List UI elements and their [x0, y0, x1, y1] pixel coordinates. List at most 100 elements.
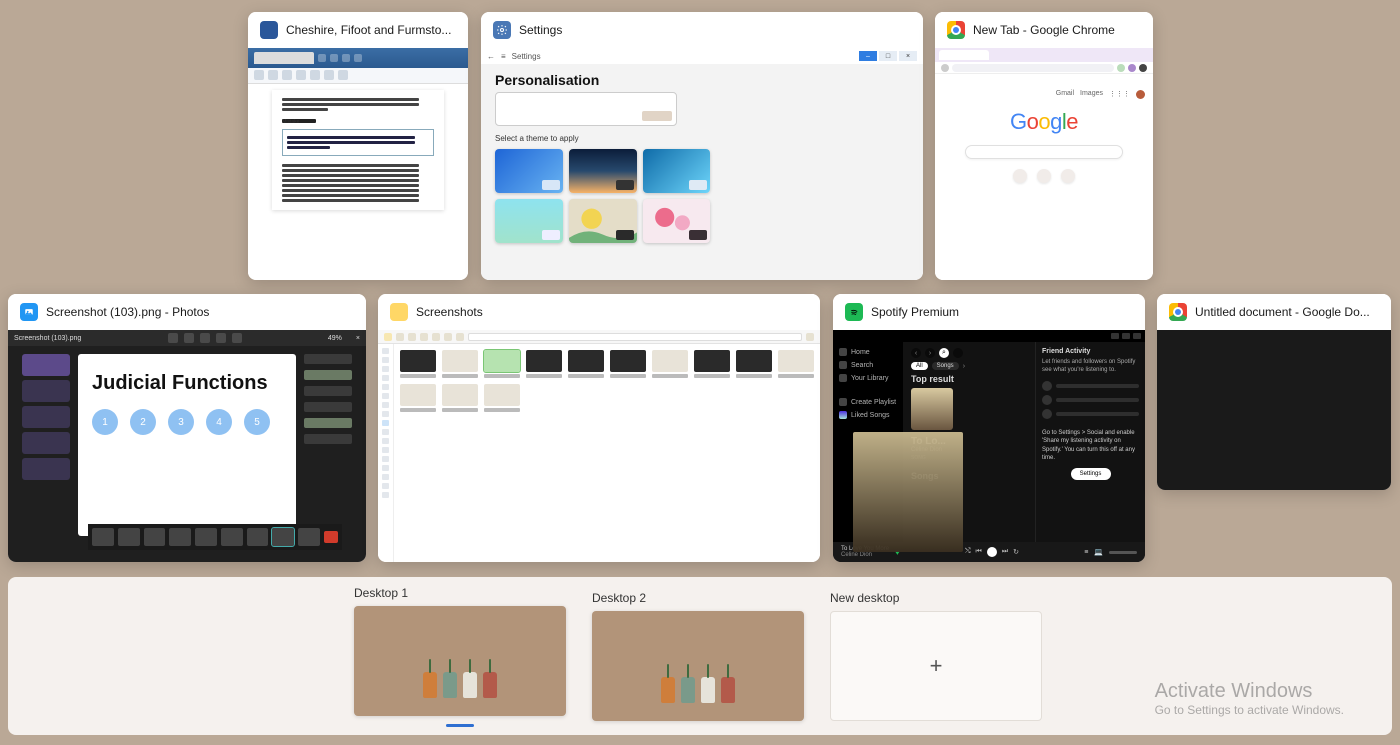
- friend-activity-heading: Friend Activity: [1042, 348, 1139, 355]
- zoom-label: 49%: [328, 335, 342, 342]
- window-title: Settings: [519, 23, 562, 37]
- watermark-sub: Go to Settings to activate Windows.: [1155, 703, 1344, 717]
- artist-image: [853, 432, 963, 552]
- watermark-heading: Activate Windows: [1155, 680, 1344, 703]
- chrome-icon: [947, 21, 965, 39]
- back-icon: ←: [487, 52, 495, 61]
- bullet: 2: [130, 409, 156, 435]
- desktop-label: New desktop: [830, 591, 1042, 605]
- delete-icon: [200, 333, 210, 343]
- bullet: 4: [206, 409, 232, 435]
- nav-search: Search: [851, 362, 873, 369]
- window-title: Screenshots: [416, 305, 483, 319]
- photos-icon: [20, 303, 38, 321]
- bullet: 3: [168, 409, 194, 435]
- prev-icon: ⏮: [976, 548, 982, 556]
- search-input: [965, 145, 1123, 159]
- window-title: Spotify Premium: [871, 305, 959, 319]
- window-thumbnail: GmailImages⋮⋮⋮ Google: [935, 48, 1153, 280]
- maximize-icon: □: [879, 51, 897, 61]
- shortcut-row: [1013, 169, 1075, 183]
- repeat-icon: ↻: [1013, 548, 1019, 556]
- activate-windows-watermark: Activate Windows Go to Settings to activ…: [1155, 680, 1344, 717]
- window-thumbnail: [378, 330, 820, 562]
- close-icon: ×: [899, 51, 917, 61]
- desktop-1[interactable]: Desktop 1: [354, 586, 566, 727]
- profile-icon: [953, 348, 963, 358]
- subheading: Select a theme to apply: [495, 134, 909, 143]
- theme-option: [643, 199, 711, 243]
- inner-title: Settings: [512, 52, 541, 61]
- nav-library: Your Library: [851, 375, 889, 382]
- friend-activity-panel: Friend Activity Let friends and follower…: [1035, 342, 1145, 542]
- window-settings[interactable]: Settings ← ≡ Settings – □ × Personalisat…: [481, 12, 923, 280]
- search-icon: [839, 361, 847, 369]
- volume-slider: [1109, 551, 1137, 554]
- new-desktop[interactable]: New desktop +: [830, 591, 1042, 721]
- folder-icon: [390, 303, 408, 321]
- window-thumbnail: ← ≡ Settings – □ × Personalisation Selec…: [481, 48, 923, 280]
- paste-icon: [420, 333, 428, 341]
- chip-all: All: [911, 362, 928, 370]
- shuffle-icon: ⤭: [965, 548, 971, 556]
- section-top-result: Top result: [911, 374, 1027, 384]
- more-icon: [232, 333, 242, 343]
- settings-icon: [493, 21, 511, 39]
- window-thumbnail: [1157, 330, 1391, 490]
- nav-create-playlist: Create Playlist: [851, 399, 896, 406]
- library-icon: [839, 374, 847, 382]
- settings-button: Settings: [1071, 468, 1111, 480]
- window-title: Screenshot (103).png - Photos: [46, 305, 209, 319]
- close-icon: [1133, 333, 1141, 339]
- window-chrome-newtab[interactable]: New Tab - Google Chrome GmailImages⋮⋮⋮ G…: [935, 12, 1153, 280]
- new-icon: [384, 333, 392, 341]
- theme-option: [495, 199, 563, 243]
- window-header: Screenshot (103).png - Photos: [8, 294, 366, 330]
- window-thumbnail: Screenshot (103).png 49% × Judicial Func…: [8, 330, 366, 562]
- next-icon: ⏭: [1002, 548, 1008, 556]
- explorer-nav: [378, 344, 394, 562]
- rotate-icon: [184, 333, 194, 343]
- album-cover: [911, 388, 953, 430]
- back-icon: ‹: [911, 348, 921, 358]
- favorite-icon: [216, 333, 226, 343]
- window-title: New Tab - Google Chrome: [973, 23, 1115, 37]
- heart-icon: [839, 411, 847, 419]
- theme-option: [569, 149, 637, 193]
- address-bar: [468, 333, 802, 341]
- theme-option: [643, 149, 711, 193]
- nav-liked-songs: Liked Songs: [851, 412, 890, 419]
- minimize-icon: [1111, 333, 1119, 339]
- slide-heading: Judicial Functions: [92, 372, 282, 395]
- close-icon: ×: [356, 335, 360, 342]
- window-title: Untitled document - Google Do...: [1195, 305, 1370, 319]
- play-icon: [987, 547, 997, 557]
- spotify-icon: [845, 303, 863, 321]
- queue-icon: ≡: [1084, 549, 1088, 556]
- window-photos[interactable]: Screenshot (103).png - Photos Screenshot…: [8, 294, 366, 562]
- search-icon: ⌕: [939, 348, 949, 358]
- nav-home: Home: [851, 349, 870, 356]
- word-icon: [260, 21, 278, 39]
- window-word-document[interactable]: Cheshire, Fifoot and Furmsto... Mistake: [248, 12, 468, 280]
- desktop-2[interactable]: Desktop 2: [592, 591, 804, 721]
- file-grid: [394, 344, 820, 562]
- window-header: Spotify Premium: [833, 294, 1145, 330]
- copy-icon: [408, 333, 416, 341]
- window-google-docs[interactable]: Untitled document - Google Do...: [1157, 294, 1391, 490]
- window-thumbnail: Home Search Your Library Create Playlist…: [833, 330, 1145, 562]
- home-icon: [839, 348, 847, 356]
- search-icon: [806, 333, 814, 341]
- desktop-thumbnail[interactable]: [592, 611, 804, 721]
- window-explorer-screenshots[interactable]: Screenshots: [378, 294, 820, 562]
- now-playing-artist: Celine Dion: [841, 552, 889, 558]
- desktop-thumbnail[interactable]: [354, 606, 566, 716]
- plus-icon: [839, 398, 847, 406]
- plus-icon: +: [930, 653, 943, 679]
- share-icon: [444, 333, 452, 341]
- cut-icon: [396, 333, 404, 341]
- window-title: Cheshire, Fifoot and Furmsto...: [286, 23, 451, 37]
- window-spotify[interactable]: Spotify Premium Home Search Your Library…: [833, 294, 1145, 562]
- window-header: New Tab - Google Chrome: [935, 12, 1153, 48]
- new-desktop-button[interactable]: +: [830, 611, 1042, 721]
